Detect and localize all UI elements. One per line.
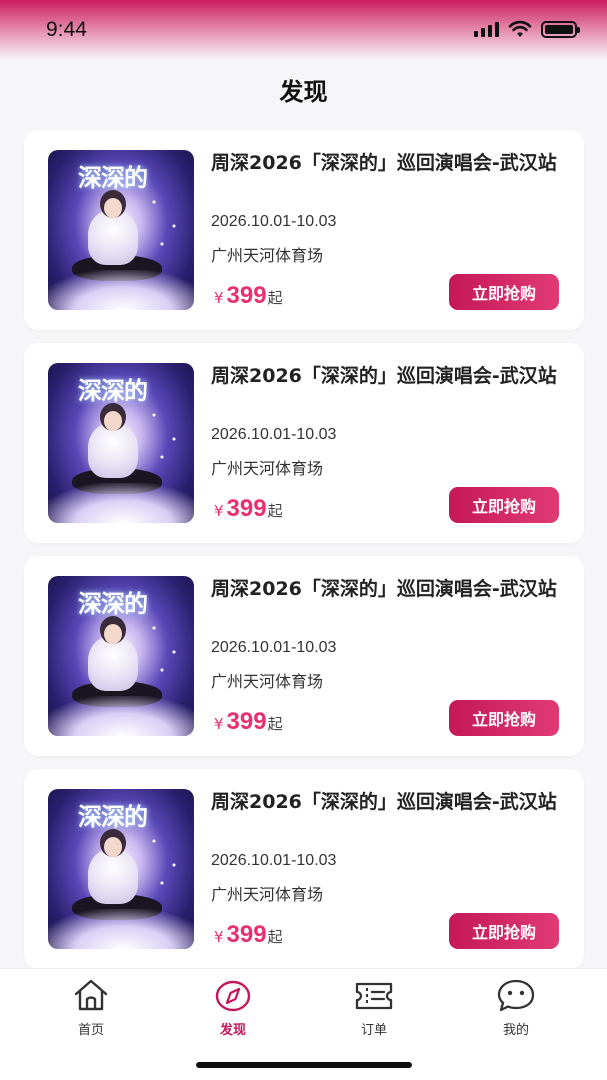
currency-symbol: ¥ <box>214 502 224 520</box>
price: ¥ 399 起 <box>214 921 283 949</box>
tab-label: 首页 <box>77 1023 104 1038</box>
concert-title: 周深2026「深深的」巡回演唱会-武汉站 <box>211 365 557 387</box>
currency-symbol: ¥ <box>214 928 224 946</box>
concert-date: 2026.10.01-10.03 <box>211 426 337 443</box>
tab-orders[interactable]: 订单 <box>334 977 414 1038</box>
concert-venue: 广州天河体育场 <box>211 885 324 904</box>
concert-title: 周深2026「深深的」巡回演唱会-武汉站 <box>211 791 557 813</box>
price-amount: 399 <box>226 495 267 522</box>
concert-date: 2026.10.01-10.03 <box>211 852 337 869</box>
concert-venue: 广州天河体育场 <box>211 246 324 265</box>
poster-title-art: 深深的 <box>78 589 148 618</box>
concert-poster-image[interactable]: 深深的 <box>48 150 194 310</box>
concert-poster-image[interactable]: 深深的 <box>48 363 194 523</box>
concert-date: 2026.10.01-10.03 <box>211 213 337 230</box>
price-suffix: 起 <box>267 928 283 946</box>
compass-icon <box>215 980 251 1012</box>
currency-symbol: ¥ <box>214 715 224 733</box>
concert-title: 周深2026「深深的」巡回演唱会-武汉站 <box>211 578 557 600</box>
status-bar: 9:44 <box>0 0 607 60</box>
price-suffix: 起 <box>267 502 283 520</box>
tab-label: 发现 <box>219 1023 246 1038</box>
concert-poster-image[interactable]: 深深的 <box>48 789 194 949</box>
currency-symbol: ¥ <box>214 289 224 307</box>
price: ¥ 399 起 <box>214 282 283 310</box>
page-title: 发现 <box>279 78 328 106</box>
battery-icon <box>541 20 580 38</box>
poster-title-art: 深深的 <box>78 376 148 405</box>
concert-card[interactable]: 深深的 周深2026「深深的」巡回演唱会-武汉站 2026.10.01-10.0… <box>24 343 584 543</box>
concert-list: 深深的 周深2026「深深的」巡回演唱会-武汉站 2026.10.01-10.0… <box>24 130 584 982</box>
concert-card[interactable]: 深深的 周深2026「深深的」巡回演唱会-武汉站 2026.10.01-10.0… <box>24 556 584 756</box>
tab-profile[interactable]: 我的 <box>476 977 556 1038</box>
concert-venue: 广州天河体育场 <box>211 672 324 691</box>
buy-now-button[interactable]: 立即抢购 <box>449 913 559 949</box>
price-suffix: 起 <box>267 715 283 733</box>
concert-card[interactable]: 深深的 周深2026「深深的」巡回演唱会-武汉站 2026.10.01-10.0… <box>24 769 584 969</box>
concert-title: 周深2026「深深的」巡回演唱会-武汉站 <box>211 152 557 174</box>
price: ¥ 399 起 <box>214 708 283 736</box>
tab-discover[interactable]: 发现 <box>193 977 273 1038</box>
concert-poster-image[interactable]: 深深的 <box>48 576 194 736</box>
price-amount: 399 <box>226 708 267 735</box>
concert-card[interactable]: 深深的 周深2026「深深的」巡回演唱会-武汉站 2026.10.01-10.0… <box>24 130 584 330</box>
ticket-icon <box>355 982 393 1010</box>
poster-title-art: 深深的 <box>78 802 148 831</box>
price-suffix: 起 <box>267 289 283 307</box>
status-icons <box>474 20 580 38</box>
status-time: 9:44 <box>46 18 87 41</box>
price-amount: 399 <box>226 921 267 948</box>
tab-label: 我的 <box>502 1023 529 1038</box>
cellular-signal-icon <box>474 21 499 37</box>
chat-face-icon <box>497 979 535 1012</box>
concert-venue: 广州天河体育场 <box>211 459 324 478</box>
tab-home[interactable]: 首页 <box>51 977 131 1038</box>
concert-date: 2026.10.01-10.03 <box>211 639 337 656</box>
home-indicator[interactable] <box>196 1062 412 1068</box>
poster-title-art: 深深的 <box>78 163 148 192</box>
price-amount: 399 <box>226 282 267 309</box>
buy-now-button[interactable]: 立即抢购 <box>449 274 559 310</box>
buy-now-button[interactable]: 立即抢购 <box>449 700 559 736</box>
wifi-icon <box>508 20 532 37</box>
tab-label: 订单 <box>360 1023 387 1038</box>
price: ¥ 399 起 <box>214 495 283 523</box>
buy-now-button[interactable]: 立即抢购 <box>449 487 559 523</box>
home-icon <box>74 979 108 1011</box>
